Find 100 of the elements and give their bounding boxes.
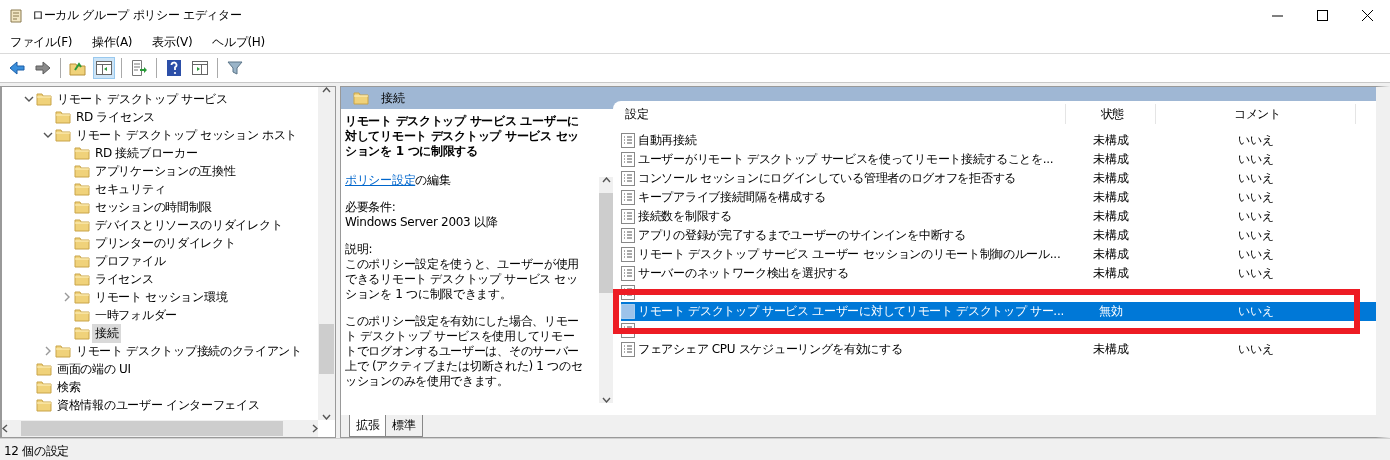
folder-icon <box>74 164 90 178</box>
comment-text: いいえ <box>1237 265 1275 282</box>
tree-item[interactable]: プロファイル <box>92 251 169 271</box>
policy-icon <box>621 152 635 167</box>
description-label: 説明: <box>345 242 374 257</box>
policy-selected-icon <box>621 304 635 319</box>
tree-item[interactable]: リモート デスクトップ サービス <box>54 89 231 109</box>
requirements-label: 必要条件: <box>345 200 397 215</box>
state-text: 未構成 <box>1092 208 1130 225</box>
scroll-icon <box>8 7 24 24</box>
folder-icon <box>36 92 52 106</box>
tree-item[interactable]: デバイスとリソースのリダイレクト <box>92 215 286 235</box>
folder-icon <box>55 344 71 358</box>
folder-icon <box>74 236 90 250</box>
tree-item[interactable]: 資格情報のユーザー インターフェイス <box>54 395 263 415</box>
requirements-text: Windows Server 2003 以降 <box>345 215 499 230</box>
selected-row[interactable]: リモート デスクトップ サービス ユーザーに対してリモート デスクトップ サー... 無効 いいえ <box>621 302 1376 321</box>
list-export-icon[interactable] <box>130 59 148 77</box>
section-title: 接続 <box>381 89 405 107</box>
comment-text: いいえ <box>1237 132 1275 149</box>
column-header[interactable]: コメント <box>1156 104 1356 124</box>
state-text: 未構成 <box>1092 170 1130 187</box>
scroll-right-icon[interactable] <box>312 424 318 433</box>
state-text: 未構成 <box>1092 151 1130 168</box>
scrollbar[interactable] <box>2 420 318 437</box>
scroll-down-icon[interactable] <box>322 414 331 420</box>
setting-name: 接続数を制限する <box>638 208 732 225</box>
state-text: 未構成 <box>1092 341 1130 358</box>
setting-name: キープアライブ接続間隔を構成する <box>638 189 826 206</box>
tree-item[interactable]: アプリケーションの互換性 <box>92 161 239 181</box>
menu-item[interactable]: ヘルプ(H) <box>206 33 271 51</box>
comment-text: いいえ <box>1237 227 1275 244</box>
chevron-down-icon[interactable] <box>24 94 34 104</box>
state-text: 未構成 <box>1092 227 1130 244</box>
folder-icon <box>55 110 71 124</box>
tree-item[interactable]: リモート デスクトップ セッション ホスト <box>73 125 301 145</box>
comment-text: いいえ <box>1237 151 1275 168</box>
folder-icon <box>74 200 90 214</box>
policy-title: リモート デスクトップ サービス ユーザーに対してリモート デスクトップ サービス セッションを 1 つに制限する <box>345 114 580 159</box>
tree-item[interactable]: ライセンス <box>92 269 157 289</box>
menu-item[interactable]: ファイル(F) <box>4 33 79 51</box>
policy-icon <box>621 266 635 281</box>
tree-item[interactable]: 画面の端の UI <box>54 359 134 379</box>
column-header[interactable]: 状態 <box>1066 104 1156 124</box>
help-icon[interactable] <box>165 59 183 77</box>
back-arrow-icon[interactable] <box>8 59 26 77</box>
scroll-up-icon[interactable] <box>322 87 331 93</box>
tree-item[interactable]: RD 接続ブローカー <box>92 143 201 163</box>
comment-text: いいえ <box>1237 208 1275 225</box>
tree-item[interactable]: セキュリティ <box>92 179 169 199</box>
setting-name: 自動再接続 <box>638 132 697 149</box>
policy-icon <box>621 228 635 243</box>
maximize-icon[interactable] <box>1317 10 1328 21</box>
policy-icon <box>621 342 635 357</box>
scroll-thumb[interactable] <box>319 323 334 374</box>
folder-icon <box>36 398 52 412</box>
tree-item[interactable]: 検索 <box>54 377 84 397</box>
comment-text: いいえ <box>1237 189 1275 206</box>
description-text: このポリシー設定を有効にした場合、リモート デスクトップ サービスを使用してリモートでログオンするユーザーは、そのサーバー上で (アクティブまたは切断された) 1 つのセッションのみを使用できます。 <box>345 314 584 389</box>
scroll-thumb[interactable] <box>599 193 613 293</box>
scrollbar[interactable] <box>318 87 335 420</box>
scroll-up-icon[interactable] <box>601 177 611 183</box>
forward-arrow-icon[interactable] <box>34 59 52 77</box>
menu-item[interactable]: 操作(A) <box>86 33 139 51</box>
comment-text: いいえ <box>1237 303 1275 320</box>
policy-icon <box>621 209 635 224</box>
tree-item[interactable]: リモート セッション環境 <box>92 287 231 307</box>
panel-icon[interactable] <box>95 59 113 77</box>
close-icon[interactable] <box>1362 10 1373 21</box>
filter-icon[interactable] <box>226 59 244 77</box>
tree-item[interactable]: プリンターのリダイレクト <box>92 233 239 253</box>
setting-name: ユーザーがリモート デスクトップ サービスを使ってリモート接続することを... <box>638 151 1054 168</box>
chevron-down-icon[interactable] <box>43 130 53 140</box>
column-header[interactable]: 設定 <box>621 104 1066 124</box>
tree-item[interactable]: 一時フォルダー <box>92 305 180 325</box>
tree-item[interactable]: 接続 <box>92 323 122 343</box>
scrollbar[interactable] <box>599 177 613 403</box>
folder-icon <box>74 272 90 286</box>
folder-icon <box>74 218 90 232</box>
state-text: 未構成 <box>1092 189 1130 206</box>
tab[interactable]: 標準 <box>385 415 423 437</box>
policy-icon <box>621 133 635 148</box>
scroll-thumb[interactable] <box>21 421 283 436</box>
menu-item[interactable]: 表示(V) <box>146 33 199 51</box>
folder-icon <box>74 326 90 340</box>
tree-item[interactable]: リモート デスクトップ接続のクライアント <box>73 341 305 361</box>
folder-icon <box>74 254 90 268</box>
state-text: 無効 <box>1098 303 1124 320</box>
scroll-left-icon[interactable] <box>2 424 8 433</box>
chevron-right-icon[interactable] <box>62 292 72 302</box>
state-text: 未構成 <box>1092 132 1130 149</box>
chevron-right-icon[interactable] <box>43 346 53 356</box>
panel-icon[interactable] <box>191 59 209 77</box>
comment-text: いいえ <box>1237 170 1275 187</box>
tab[interactable]: 拡張 <box>349 415 387 437</box>
scroll-down-icon[interactable] <box>601 397 611 403</box>
policy-link[interactable]: ポリシー設定 <box>345 173 416 187</box>
setting-name: コンソール セッションにログインしている管理者のログオフを拒否する <box>638 170 1016 187</box>
tree-item[interactable]: RD ライセンス <box>73 107 158 127</box>
tree-item[interactable]: セッションの時間制限 <box>92 197 215 217</box>
